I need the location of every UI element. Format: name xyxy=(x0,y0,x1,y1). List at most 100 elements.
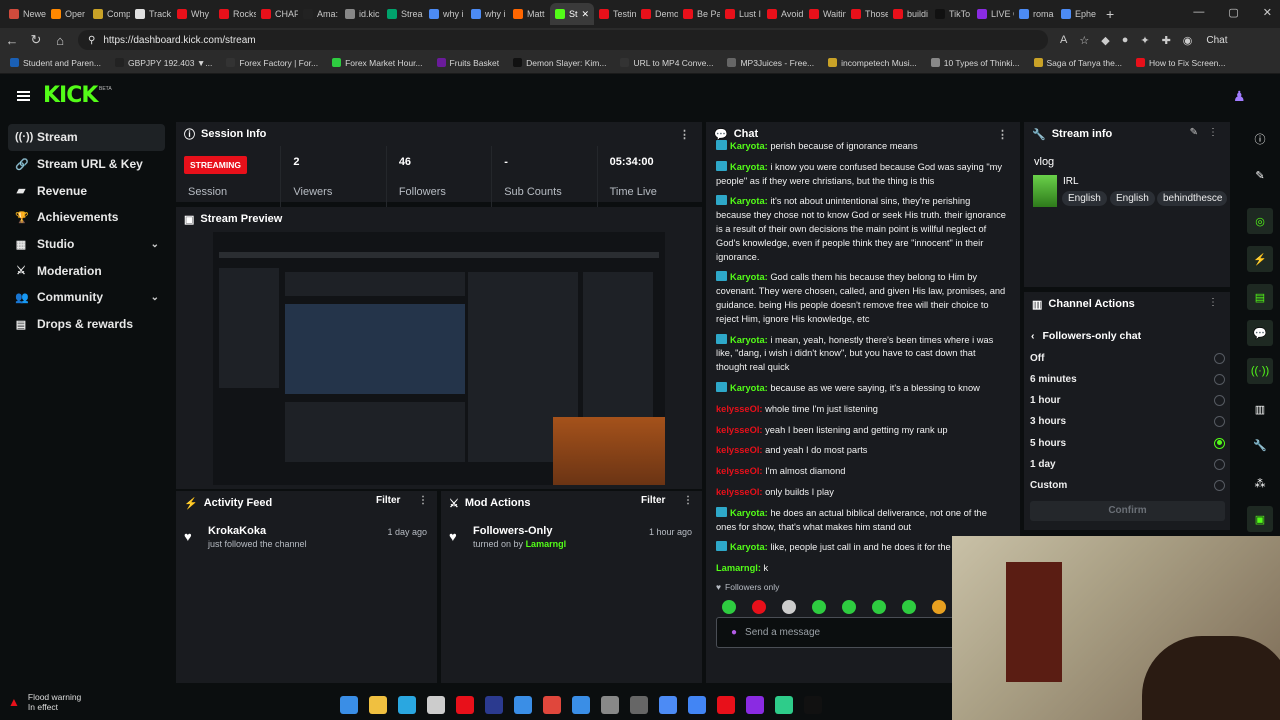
emote-icon[interactable] xyxy=(812,600,826,614)
browser-tab[interactable]: Ama: xyxy=(298,3,340,25)
followers-only-back[interactable]: ‹ Followers-only chat xyxy=(1031,330,1141,342)
extension-icon[interactable]: ◆ xyxy=(1101,34,1109,47)
minimize-icon[interactable]: — xyxy=(1193,6,1204,19)
browser-tab[interactable]: Why xyxy=(172,3,214,25)
browser-tab[interactable]: Avoid xyxy=(762,3,804,25)
followers-duration-option[interactable]: Custom xyxy=(1030,476,1225,496)
profile-icon[interactable]: ◉ xyxy=(1183,34,1193,47)
more-options-icon[interactable]: ⋮ xyxy=(683,495,693,506)
extensions-icon[interactable]: ✚ xyxy=(1162,34,1171,47)
bookmark-item[interactable]: Forex Market Hour... xyxy=(332,58,423,68)
radio-button[interactable] xyxy=(1214,437,1225,449)
new-tab-icon[interactable]: + xyxy=(1098,6,1122,22)
sidebar-item-community[interactable]: 👥 Community ⌄ xyxy=(0,284,165,311)
target-icon[interactable]: ◎ xyxy=(1247,208,1273,234)
community-icon[interactable]: ⁂ xyxy=(1247,470,1273,496)
more-options-icon[interactable]: ⋮ xyxy=(1208,297,1218,308)
sidebar-item-stream-url-key[interactable]: 🔗 Stream URL & Key xyxy=(0,151,165,178)
browser-tab[interactable]: LIVE C xyxy=(972,3,1014,25)
browser-tab[interactable]: Rocks xyxy=(214,3,256,25)
browser-tab[interactable]: buildi xyxy=(888,3,930,25)
bookmark-item[interactable]: Saga of Tanya the... xyxy=(1033,58,1122,68)
radio-button[interactable] xyxy=(1214,416,1225,428)
bookmark-item[interactable]: 10 Types of Thinki... xyxy=(930,58,1020,68)
url-input[interactable]: ⚲ https://dashboard.kick.com/stream xyxy=(78,30,1048,50)
browser-tab[interactable]: Ephe xyxy=(1056,3,1098,25)
browser-tab[interactable]: Strea xyxy=(382,3,424,25)
user-avatar-icon[interactable]: ♟ xyxy=(1233,88,1247,106)
followers-duration-option[interactable]: 1 day xyxy=(1030,455,1225,475)
chat-username[interactable]: kelysseOl: xyxy=(716,466,765,476)
chat-username[interactable]: Karyota: xyxy=(730,272,770,282)
emote-icon[interactable] xyxy=(722,600,736,614)
followers-duration-option[interactable]: 5 hours xyxy=(1030,433,1225,453)
home-icon[interactable]: ⌂ xyxy=(48,33,72,48)
followers-duration-option[interactable]: Off xyxy=(1030,348,1225,368)
chevron-left-icon[interactable]: ‹ xyxy=(1031,330,1035,342)
sidebar-item-moderation[interactable]: ⚔ Moderation xyxy=(0,257,165,284)
emote-icon[interactable] xyxy=(752,600,766,614)
browser-tab[interactable]: roma xyxy=(1014,3,1056,25)
browser-tab[interactable]: Demo xyxy=(636,3,678,25)
close-icon[interactable]: ✕ xyxy=(1263,6,1272,19)
taskbar-app-icon[interactable] xyxy=(485,696,503,714)
taskbar-app-icon[interactable] xyxy=(398,696,416,714)
taskbar-app-icon[interactable] xyxy=(514,696,532,714)
taskbar-app-icon[interactable] xyxy=(688,696,706,714)
bookmark-item[interactable]: How to Fix Screen... xyxy=(1135,58,1226,68)
radio-button[interactable] xyxy=(1214,352,1225,364)
more-options-icon[interactable]: ⋮ xyxy=(1208,127,1218,138)
browser-tab[interactable]: id.kic xyxy=(340,3,382,25)
browser-tab[interactable]: why i xyxy=(466,3,508,25)
browser-tab[interactable]: Testin xyxy=(594,3,636,25)
extension-icon[interactable]: ● xyxy=(1122,34,1129,47)
chat-username[interactable]: kelysseOl: xyxy=(716,445,765,455)
browser-tab[interactable]: CHAP xyxy=(256,3,298,25)
menu-icon[interactable] xyxy=(17,91,30,101)
chat-username[interactable]: Karyota: xyxy=(730,383,770,393)
more-options-icon[interactable]: ⋮ xyxy=(679,128,690,141)
browser-tab[interactable]: Be Pa xyxy=(678,3,720,25)
extension-icon[interactable]: ▣ xyxy=(1247,506,1273,532)
mod-filter-button[interactable]: Filter xyxy=(641,495,665,506)
tab-close-icon[interactable]: ✕ xyxy=(582,9,590,20)
browser-tab[interactable]: Comp xyxy=(88,3,130,25)
bolt-icon[interactable]: ⚡ xyxy=(1247,246,1273,272)
chat-username[interactable]: kelysseOl: xyxy=(716,404,765,414)
pencil-icon[interactable]: ✎ xyxy=(1247,162,1273,188)
confirm-button[interactable]: Confirm xyxy=(1030,501,1225,521)
taskbar-app-icon[interactable] xyxy=(717,696,735,714)
wrench-icon[interactable]: 🔧 xyxy=(1247,432,1273,458)
browser-tab[interactable]: Lust I xyxy=(720,3,762,25)
back-icon[interactable]: ← xyxy=(0,33,24,48)
translate-icon[interactable]: A xyxy=(1060,34,1067,47)
bookmark-star-icon[interactable]: ☆ xyxy=(1079,34,1089,47)
bookmark-item[interactable]: Demon Slayer: Kim... xyxy=(513,58,606,68)
taskbar-app-icon[interactable] xyxy=(804,696,822,714)
radio-button[interactable] xyxy=(1214,480,1225,492)
emote-icon[interactable] xyxy=(872,600,886,614)
mod-user[interactable]: Lamarngl xyxy=(526,539,567,549)
radio-button[interactable] xyxy=(1214,395,1225,407)
channel-icon[interactable]: ▥ xyxy=(1247,396,1273,422)
document-icon[interactable]: ▤ xyxy=(1247,284,1273,310)
bookmark-item[interactable]: incompetech Musi... xyxy=(828,58,917,68)
chat-input[interactable]: ● Send a message xyxy=(716,617,956,648)
chat-username[interactable]: Karyota: xyxy=(730,508,770,518)
browser-tab[interactable]: Waitin xyxy=(804,3,846,25)
taskbar-app-icon[interactable] xyxy=(543,696,561,714)
bookmark-item[interactable]: GBPJPY 192.403 ▼... xyxy=(114,58,212,68)
chat-username[interactable]: Karyota: xyxy=(730,196,770,206)
taskbar-app-icon[interactable] xyxy=(775,696,793,714)
chevron-down-icon[interactable]: ⌄ xyxy=(151,239,159,250)
browser-tab[interactable]: Oper xyxy=(46,3,88,25)
chat-button[interactable]: Chat xyxy=(1206,35,1227,46)
sidebar-item-drops-rewards[interactable]: ▤ Drops & rewards xyxy=(0,311,165,338)
reload-icon[interactable]: ↻ xyxy=(24,32,48,48)
taskbar-app-icon[interactable] xyxy=(572,696,590,714)
followers-duration-option[interactable]: 3 hours xyxy=(1030,412,1225,432)
broadcast-icon[interactable]: ((·)) xyxy=(1247,358,1273,384)
followers-duration-option[interactable]: 1 hour xyxy=(1030,391,1225,411)
browser-tab[interactable]: Track xyxy=(130,3,172,25)
taskbar-app-icon[interactable] xyxy=(659,696,677,714)
